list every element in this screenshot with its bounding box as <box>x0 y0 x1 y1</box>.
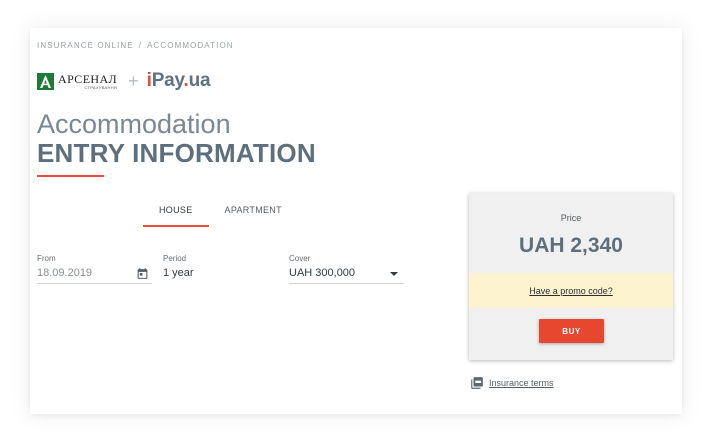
period-value: 1 year <box>163 267 194 279</box>
chevron-down-icon[interactable] <box>390 272 398 276</box>
pdf-icon <box>470 376 484 390</box>
arsenal-logo-subtitle: СТРАХУВАННЯ <box>84 84 118 90</box>
period-field: Period 1 year <box>163 254 278 283</box>
price-panel: Price UAH 2,340 Have a promo code? BUY <box>469 193 673 360</box>
price-value: UAH 2,340 <box>519 234 623 257</box>
ipay-logo: iPay.ua <box>146 70 211 91</box>
tab-apartment[interactable]: APARTMENT <box>209 198 298 227</box>
arsenal-logo-text: АРСЕНАЛ СТРАХУВАННЯ <box>58 73 117 90</box>
from-date-value: 18.09.2019 <box>37 267 93 279</box>
page-subtitle: ENTRY INFORMATION <box>37 138 316 168</box>
from-date-input[interactable]: 18.09.2019 <box>37 266 152 284</box>
calendar-icon[interactable] <box>136 267 149 280</box>
breadcrumb-item-accommodation: ACCOMMODATION <box>147 41 234 50</box>
property-type-tabs: HOUSE APARTMENT <box>143 198 298 227</box>
insurance-terms-link[interactable]: Insurance terms <box>489 378 554 388</box>
breadcrumb: INSURANCE ONLINE / ACCOMMODATION <box>37 41 234 50</box>
arsenal-logo-name: АРСЕНАЛ <box>58 71 118 86</box>
from-date-field: From 18.09.2019 <box>37 254 152 284</box>
cover-field: Cover UAH 300,000 <box>289 254 404 284</box>
page-title: Accommodation <box>37 109 231 139</box>
promo-strip: Have a promo code? <box>469 273 673 308</box>
content-card: INSURANCE ONLINE / ACCOMMODATION АРСЕНАЛ С… <box>30 28 682 414</box>
period-label: Period <box>163 254 187 263</box>
arsenal-logo-icon <box>37 72 54 90</box>
from-date-label: From <box>37 254 56 263</box>
cover-label: Cover <box>289 254 311 263</box>
cover-select[interactable]: UAH 300,000 <box>289 266 404 284</box>
breadcrumb-item-insurance-online[interactable]: INSURANCE ONLINE <box>37 41 134 50</box>
title-accent-underline <box>37 175 104 177</box>
promo-code-link[interactable]: Have a promo code? <box>529 286 613 296</box>
partner-logos: АРСЕНАЛ СТРАХУВАННЯ + iPay.ua <box>37 70 211 92</box>
buy-button[interactable]: BUY <box>539 319 604 343</box>
insurance-terms: Insurance terms <box>470 376 554 390</box>
logo-plus-sign: + <box>128 70 139 91</box>
tab-house[interactable]: HOUSE <box>143 198 209 227</box>
price-label: Price <box>560 213 582 223</box>
breadcrumb-separator: / <box>138 41 143 50</box>
cover-value: UAH 300,000 <box>289 267 356 279</box>
